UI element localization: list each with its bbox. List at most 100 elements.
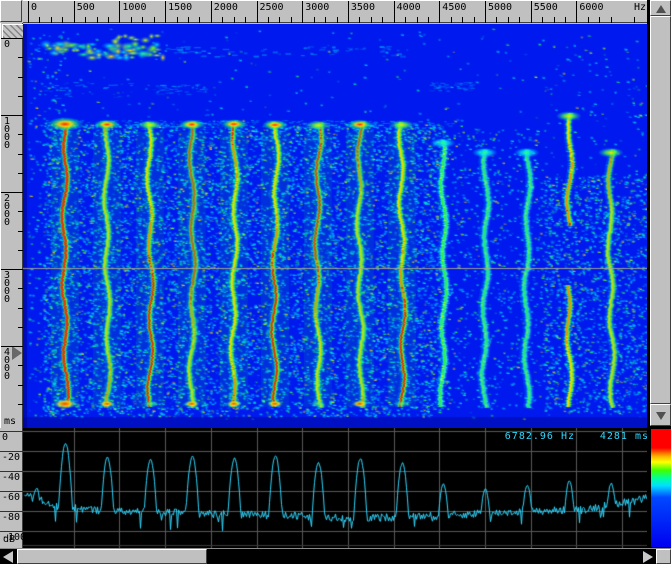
tick-label: 5000 [488, 3, 512, 13]
tick-label: 4000 [397, 3, 421, 13]
scroll-right-icon [643, 551, 653, 563]
tick-label: 5500 [534, 3, 558, 13]
major-tick [531, 1, 532, 23]
minor-tick [474, 17, 475, 23]
tick-label: 4 0 0 0 [4, 349, 10, 381]
time-ruler: ms 01 0 0 02 0 0 03 0 0 04 0 0 0 [0, 23, 23, 428]
minor-tick [417, 17, 418, 23]
minor-tick [325, 17, 326, 23]
playback-position-marker[interactable] [12, 346, 22, 360]
scroll-down-icon [656, 412, 666, 420]
frequency-ruler: Hz 0500100015002000250030003500400045005… [23, 0, 647, 23]
scroll-down-button[interactable] [650, 404, 671, 426]
horizontal-scrollbar-thumb[interactable] [17, 549, 207, 564]
minor-tick [588, 17, 589, 23]
minor-tick [508, 17, 509, 23]
tick-label: -20 [2, 453, 20, 463]
tick-label: 1500 [168, 3, 192, 13]
tick-label: 2500 [260, 3, 284, 13]
minor-tick [51, 17, 52, 23]
scroll-left-icon [3, 551, 13, 563]
minor-tick [599, 17, 600, 23]
minor-tick [554, 17, 555, 23]
frequency-unit-label: Hz [634, 3, 646, 13]
minor-tick [177, 17, 178, 23]
minor-tick [131, 17, 132, 23]
minor-tick [634, 17, 635, 23]
minor-tick [234, 17, 235, 23]
minor-tick [496, 17, 497, 23]
minor-tick [279, 17, 280, 23]
major-tick [394, 1, 395, 23]
tick-label: 4500 [442, 3, 466, 13]
major-tick [302, 1, 303, 23]
minor-tick [85, 17, 86, 23]
db-ruler: dB 0-20-40-60-80-100 [0, 428, 23, 548]
spectrogram-canvas[interactable] [23, 24, 647, 428]
minor-tick [97, 17, 98, 23]
minor-tick [359, 17, 360, 23]
tick-label: 6000 [579, 3, 603, 13]
minor-tick [462, 17, 463, 23]
minor-tick [245, 17, 246, 23]
major-tick [257, 1, 258, 23]
major-tick [119, 1, 120, 23]
minor-tick [154, 17, 155, 23]
major-tick [28, 1, 29, 23]
minor-tick [199, 17, 200, 23]
minor-tick [382, 17, 383, 23]
tick-label: 0 [31, 3, 37, 13]
freq-readout: 6782.96 Hz [505, 431, 575, 442]
minor-tick [108, 17, 109, 23]
major-tick [74, 1, 75, 23]
major-tick [439, 1, 440, 23]
tick-label: 0 [4, 41, 10, 49]
minor-tick [62, 17, 63, 23]
minor-tick [268, 17, 269, 23]
minor-tick [142, 17, 143, 23]
time-unit-label: ms [4, 417, 16, 427]
horizontal-scrollbar[interactable] [0, 548, 671, 564]
major-tick [211, 1, 212, 23]
tick-label: 0 [2, 433, 8, 443]
spectrogram-app-window: Hz 0500100015002000250030003500400045005… [0, 0, 671, 564]
scroll-up-icon [656, 5, 666, 13]
right-column [647, 0, 671, 548]
tick-label: 500 [77, 3, 95, 13]
scroll-up-button[interactable] [650, 0, 671, 16]
time-readout: 4281 ms [600, 431, 649, 442]
vertical-scrollbar[interactable] [650, 0, 671, 426]
spectrum-canvas[interactable] [23, 428, 647, 548]
minor-tick [222, 17, 223, 23]
scrollbar-corner[interactable] [656, 549, 671, 564]
minor-tick [405, 17, 406, 23]
minor-tick [542, 17, 543, 23]
tick-label: -60 [2, 493, 20, 503]
tick-label: 3500 [351, 3, 375, 13]
tick-label: 1000 [122, 3, 146, 13]
grip-button[interactable] [2, 24, 24, 39]
major-tick [348, 1, 349, 23]
tick-label: -40 [2, 473, 20, 483]
scroll-left-button[interactable] [0, 549, 17, 564]
major-tick [165, 1, 166, 23]
minor-tick [519, 17, 520, 23]
tick-label: -80 [2, 513, 20, 523]
tick-label: 3 0 0 0 [4, 272, 10, 304]
minor-tick [188, 17, 189, 23]
major-tick [576, 1, 577, 23]
major-tick [485, 1, 486, 23]
minor-tick [337, 17, 338, 23]
minor-tick [39, 17, 40, 23]
minor-tick [428, 17, 429, 23]
corner-button[interactable] [0, 0, 22, 22]
minor-tick [611, 17, 612, 23]
vertical-scrollbar-thumb[interactable] [650, 16, 671, 404]
tick-label: 2 0 0 0 [4, 195, 10, 227]
minor-tick [291, 17, 292, 23]
minor-tick [565, 17, 566, 23]
minor-tick [451, 17, 452, 23]
horizontal-scrollbar-track[interactable] [207, 549, 656, 564]
minor-tick [371, 17, 372, 23]
minor-tick [314, 17, 315, 23]
